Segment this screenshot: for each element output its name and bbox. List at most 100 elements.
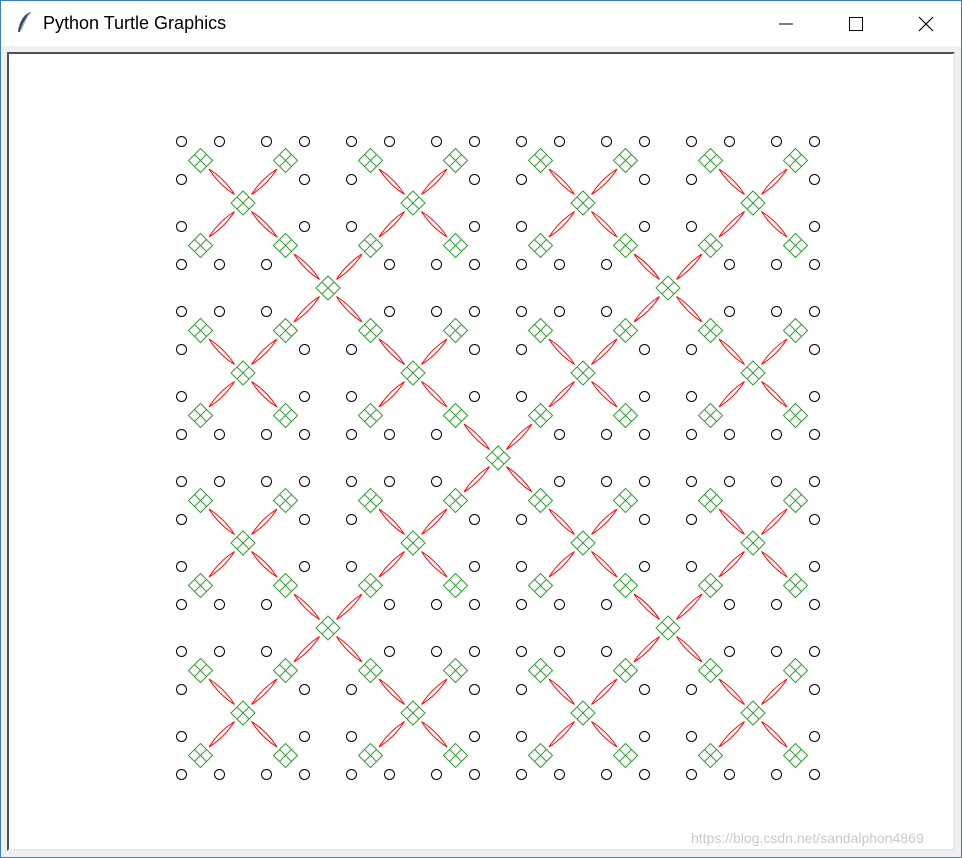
loop-circle	[214, 306, 225, 317]
loop-circle	[516, 136, 527, 147]
loop-circle	[809, 476, 820, 487]
loop-circle	[384, 306, 395, 317]
connector-link	[591, 211, 618, 238]
connector-link	[208, 678, 235, 705]
loop-circle	[554, 306, 565, 317]
loop-circle	[469, 344, 480, 355]
connector-link	[251, 551, 278, 578]
loop-circle	[809, 731, 820, 742]
loop-circle	[809, 514, 820, 525]
connector-link	[208, 508, 235, 535]
loop-circle	[639, 136, 650, 147]
connector-link	[633, 593, 660, 620]
connector-link	[591, 508, 618, 535]
connector-link	[208, 721, 235, 748]
loop-circle	[809, 259, 820, 270]
loop-circle	[346, 429, 357, 440]
loop-circle	[299, 684, 310, 695]
loop-circle	[771, 259, 782, 270]
title-bar[interactable]: Python Turtle Graphics	[1, 1, 961, 46]
loop-circle	[809, 561, 820, 572]
minimize-button[interactable]	[763, 1, 809, 46]
connector-link	[208, 338, 235, 365]
connector-link	[378, 508, 405, 535]
connector-link	[761, 338, 788, 365]
loop-circle	[554, 259, 565, 270]
connector-link	[336, 253, 363, 280]
connector-link	[718, 721, 745, 748]
loop-circle	[601, 306, 612, 317]
watermark: https://blog.csdn.net/sandalphon4869	[691, 830, 924, 846]
connector-link	[548, 721, 575, 748]
connector-link	[293, 253, 320, 280]
loop-circle	[384, 599, 395, 610]
loop-circle	[469, 646, 480, 657]
loop-circle	[469, 731, 480, 742]
maximize-button[interactable]	[833, 1, 879, 46]
loop-circle	[176, 514, 187, 525]
loop-circle	[346, 684, 357, 695]
connector-link	[421, 508, 448, 535]
loop-circle	[214, 136, 225, 147]
loop-circle	[261, 599, 272, 610]
connector-link	[378, 721, 405, 748]
loop-circle	[809, 344, 820, 355]
loop-circle	[214, 769, 225, 780]
loop-circle	[261, 259, 272, 270]
connector-link	[378, 381, 405, 408]
connector-link	[633, 253, 660, 280]
loop-circle	[554, 599, 565, 610]
loop-circle	[346, 514, 357, 525]
loop-circle	[346, 476, 357, 487]
loop-circle	[384, 476, 395, 487]
maximize-icon	[849, 16, 863, 31]
close-button[interactable]	[903, 1, 949, 46]
loop-circle	[516, 344, 527, 355]
loop-circle	[431, 259, 442, 270]
loop-circle	[686, 136, 697, 147]
connector-link	[761, 168, 788, 195]
loop-circle	[724, 259, 735, 270]
turtle-window: Python Turtle Graphics https://blog.csdn…	[0, 0, 962, 858]
connector-link	[548, 211, 575, 238]
connector-link	[251, 508, 278, 535]
connector-link	[591, 381, 618, 408]
loop-circle	[214, 259, 225, 270]
loop-circle	[554, 476, 565, 487]
loop-circle	[176, 344, 187, 355]
connector-link	[718, 508, 745, 535]
loop-circle	[516, 684, 527, 695]
loop-circle	[686, 684, 697, 695]
loop-circle	[261, 429, 272, 440]
loop-circle	[261, 769, 272, 780]
connector-link	[251, 721, 278, 748]
loop-circle	[176, 731, 187, 742]
connector-link	[506, 423, 533, 450]
connector-link	[633, 636, 660, 663]
loop-circle	[261, 136, 272, 147]
pattern-group	[176, 136, 820, 780]
connector-link	[378, 168, 405, 195]
loop-circle	[771, 769, 782, 780]
minimize-icon	[779, 23, 793, 24]
connector-link	[548, 551, 575, 578]
loop-circle	[346, 731, 357, 742]
loop-circle	[639, 391, 650, 402]
loop-circle	[299, 561, 310, 572]
loop-circle	[809, 429, 820, 440]
loop-circle	[176, 429, 187, 440]
loop-circle	[809, 646, 820, 657]
connector-link	[718, 678, 745, 705]
feather-icon	[18, 11, 31, 32]
loop-circle	[261, 306, 272, 317]
loop-circle	[176, 221, 187, 232]
loop-circle	[469, 514, 480, 525]
connector-link	[378, 338, 405, 365]
loop-circle	[469, 136, 480, 147]
loop-circle	[554, 429, 565, 440]
connector-link	[378, 211, 405, 238]
loop-circle	[176, 259, 187, 270]
connector-link	[718, 551, 745, 578]
turtle-canvas[interactable]	[7, 52, 955, 851]
loop-circle	[601, 429, 612, 440]
